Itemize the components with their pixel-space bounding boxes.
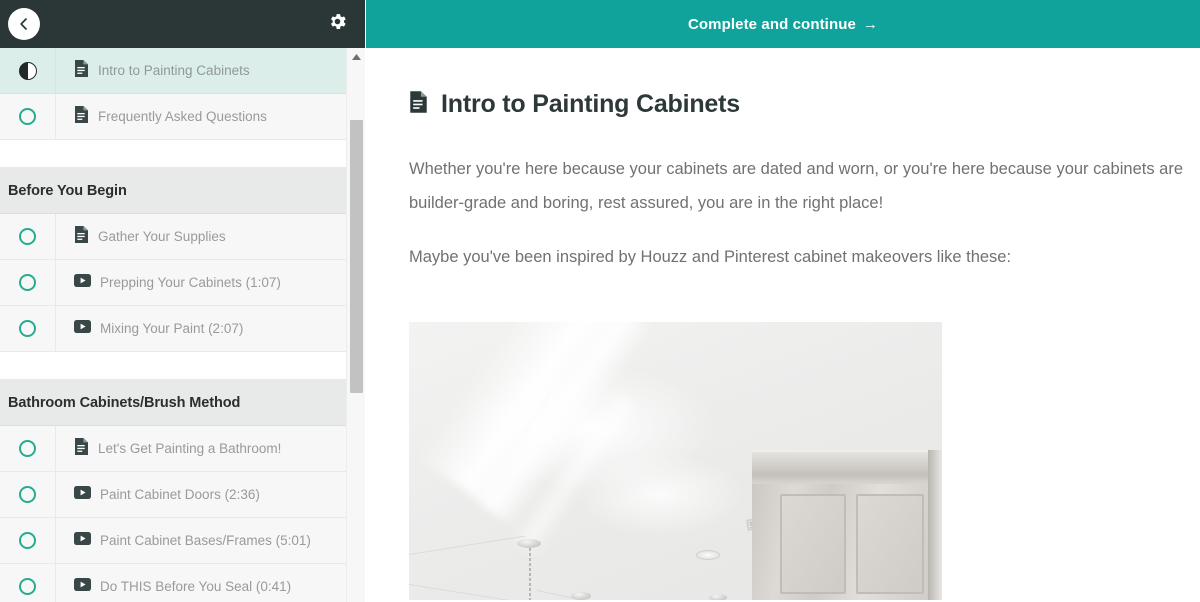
document-icon <box>409 91 428 118</box>
sidebar-item-frequently-asked-questions[interactable]: Frequently Asked Questions <box>0 94 365 140</box>
lecture-main: Paint Cabinet Doors (2:36) <box>56 485 365 504</box>
lecture-status <box>0 564 56 602</box>
lecture-paragraph: Whether you're here because your cabinet… <box>409 160 1184 212</box>
sidebar-item-paint-cabinet-bases-frames[interactable]: Paint Cabinet Bases/Frames (5:01) <box>0 518 365 564</box>
lecture-status <box>0 306 56 351</box>
lecture-status <box>0 260 56 305</box>
document-icon <box>74 105 89 128</box>
lecture-title: Gather Your Supplies <box>98 229 226 244</box>
section-spacer <box>0 352 365 380</box>
lecture-paragraph: Maybe you've been inspired by Houzz and … <box>409 247 1012 266</box>
status-incomplete-icon <box>19 108 36 125</box>
status-incomplete-icon <box>19 578 36 595</box>
lecture-title: Paint Cabinet Doors (2:36) <box>100 487 260 502</box>
sidebar-section-bathroom-cabinets-brush-method: Bathroom Cabinets/Brush Method <box>0 380 365 426</box>
lecture-status <box>0 426 56 471</box>
sidebar-item-gather-your-supplies[interactable]: Gather Your Supplies <box>0 214 365 260</box>
status-incomplete-icon <box>19 440 36 457</box>
white-kitchen-ceiling-photo <box>409 322 942 601</box>
scroll-up-arrow-icon[interactable] <box>347 48 365 65</box>
video-icon <box>74 531 91 550</box>
page-header: Intro to Painting Cabinets <box>409 90 1200 119</box>
lecture-title: Mixing Your Paint (2:07) <box>100 321 244 336</box>
lecture-title: Paint Cabinet Bases/Frames (5:01) <box>100 533 311 548</box>
lecture-status <box>0 48 56 93</box>
lecture-main: Prepping Your Cabinets (1:07) <box>56 273 365 292</box>
section-spacer <box>0 140 365 168</box>
document-icon <box>74 225 89 248</box>
status-incomplete-icon <box>19 532 36 549</box>
gear-icon <box>327 11 348 37</box>
lecture-title: Intro to Painting Cabinets <box>98 63 250 78</box>
lecture-main: Frequently Asked Questions <box>56 105 365 128</box>
video-icon <box>74 577 91 596</box>
curriculum-sidebar: Intro to Painting Cabinets Frequently As… <box>0 0 365 602</box>
sidebar-item-paint-cabinet-doors[interactable]: Paint Cabinet Doors (2:36) <box>0 472 365 518</box>
complete-and-continue-text: Complete and continue <box>687 15 856 33</box>
lecture-status <box>0 214 56 259</box>
lecture-title: Frequently Asked Questions <box>98 109 267 124</box>
sidebar-scrollbar[interactable] <box>346 48 365 602</box>
cabinet <box>752 450 942 601</box>
pendant-canopy <box>709 594 727 601</box>
cabinet-edge <box>928 450 942 601</box>
lecture-status <box>0 518 56 563</box>
lecture-main: Gather Your Supplies <box>56 225 365 248</box>
cabinet-panel <box>780 494 846 595</box>
section-title: Before You Begin <box>8 182 127 199</box>
lecture-body: Intro to Painting Cabinets Whether you'r… <box>366 48 1200 602</box>
settings-button[interactable] <box>325 12 349 36</box>
curriculum-list: Intro to Painting Cabinets Frequently As… <box>0 48 365 602</box>
course-player: Intro to Painting Cabinets Frequently As… <box>0 0 1200 602</box>
scrollbar-thumb[interactable] <box>350 120 363 393</box>
section-title: Bathroom Cabinets/Brush Method <box>8 394 241 411</box>
lecture-main: Do THIS Before You Seal (0:41) <box>56 577 365 596</box>
back-button[interactable] <box>8 8 40 40</box>
sidebar-item-intro-to-painting-cabinets[interactable]: Intro to Painting Cabinets <box>0 48 365 94</box>
document-icon <box>74 437 89 460</box>
lecture-main: Intro to Painting Cabinets <box>56 59 365 82</box>
sidebar-section-before-you-begin: Before You Begin <box>0 168 365 214</box>
lecture-title: Prepping Your Cabinets (1:07) <box>100 275 281 290</box>
complete-and-continue-button[interactable]: Complete and continue → <box>366 0 1200 48</box>
lecture-title: Do THIS Before You Seal (0:41) <box>100 579 292 594</box>
status-incomplete-icon <box>19 274 36 291</box>
pendant-chain <box>529 548 531 601</box>
curriculum-scroll-area[interactable]: Intro to Painting Cabinets Frequently As… <box>0 48 365 602</box>
lecture-title: Let's Get Painting a Bathroom! <box>98 441 282 456</box>
document-icon <box>74 59 89 82</box>
video-icon <box>74 319 91 338</box>
status-incomplete-icon <box>19 320 36 337</box>
lecture-main: Mixing Your Paint (2:07) <box>56 319 365 338</box>
complete-and-continue-label: Complete and continue → <box>688 16 878 33</box>
sidebar-header <box>0 0 365 48</box>
cabinet-panel <box>856 494 924 595</box>
crown-molding <box>752 450 942 485</box>
chevron-left-icon <box>17 17 31 31</box>
video-icon <box>74 485 91 504</box>
status-incomplete-icon <box>19 486 36 503</box>
lecture-main: Let's Get Painting a Bathroom! <box>56 437 365 460</box>
lecture-content-pane: Complete and continue → Intro to Paintin… <box>366 0 1200 602</box>
sidebar-item-lets-get-painting-a-bathroom[interactable]: Let's Get Painting a Bathroom! <box>0 426 365 472</box>
video-icon <box>74 273 91 292</box>
status-in-progress-icon <box>18 61 37 80</box>
status-incomplete-icon <box>19 228 36 245</box>
sidebar-item-mixing-your-paint[interactable]: Mixing Your Paint (2:07) <box>0 306 365 352</box>
arrow-right-icon: → <box>862 15 879 33</box>
lecture-status <box>0 472 56 517</box>
sidebar-item-do-this-before-you-seal[interactable]: Do THIS Before You Seal (0:41) <box>0 564 365 602</box>
lecture-status <box>0 94 56 139</box>
lecture-main: Paint Cabinet Bases/Frames (5:01) <box>56 531 365 550</box>
page-title: Intro to Painting Cabinets <box>441 90 740 118</box>
sidebar-item-prepping-your-cabinets[interactable]: Prepping Your Cabinets (1:07) <box>0 260 365 306</box>
